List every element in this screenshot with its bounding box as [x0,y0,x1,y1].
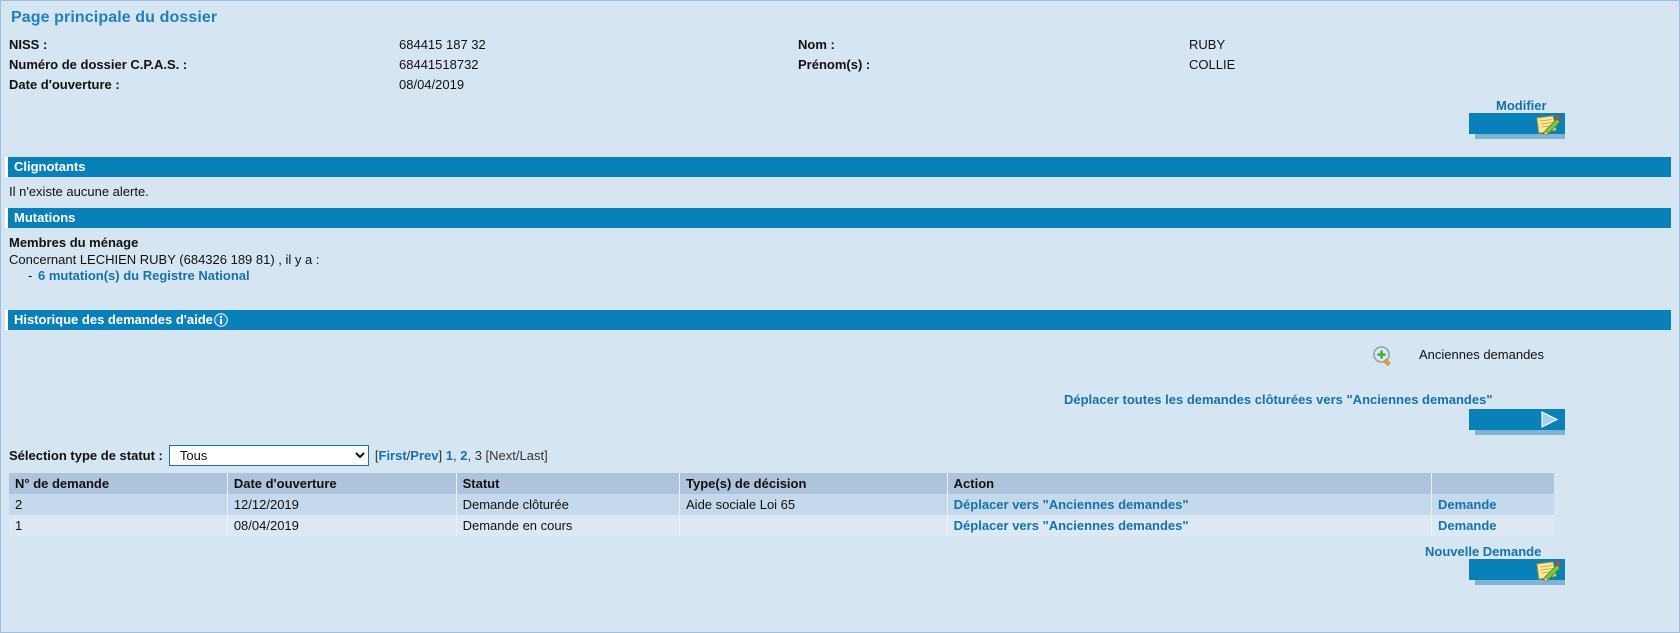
magnifier-plus-icon[interactable] [1372,345,1394,367]
header-request-link [1431,473,1554,494]
pager-page-3-current: 3 [474,447,482,463]
household-members-line: Concernant LECHIEN RUBY (684326 189 81) … [9,252,320,267]
pager-sep-2: , [467,447,475,463]
niss-value: 684415 187 32 [399,37,486,52]
page-title: Page principale du dossier [11,9,218,26]
cell-status: Demande en cours [456,515,681,536]
cell-decision-type [679,515,948,536]
niss-label: NISS : [9,37,48,52]
modifier-button[interactable] [1469,113,1565,139]
header-status: Statut [456,473,681,494]
modifier-label[interactable]: Modifier [1496,98,1547,113]
notepad-pencil-icon [1535,561,1561,582]
identity-block: NISS : 684415 187 32 Numéro de dossier C… [1,37,1679,95]
cell-request-number: 2 [9,494,228,515]
historique-title: Historique des demandes d'aide [14,312,213,327]
national-register-mutations-link[interactable]: 6 mutation(s) du Registre National [38,268,250,283]
firstname-value: COLLIE [1189,57,1236,72]
old-requests-label[interactable]: Anciennes demandes [1419,347,1544,362]
move-all-button-shadow [1475,430,1565,435]
move-to-old-requests-link[interactable]: Déplacer vers "Anciennes demandes" [954,497,1189,512]
header-opening-date: Date d'ouverture [227,473,457,494]
table-row[interactable]: 2 12/12/2019 Demande clôturée Aide socia… [9,494,1554,515]
status-filter-select[interactable]: Tous [168,444,369,466]
notepad-pencil-icon [1535,115,1561,136]
mutations-title: Mutations [14,210,76,225]
mutations-bullet: - [28,268,33,283]
household-members-heading: Membres du ménage [9,235,139,250]
section-header-historique: Historique des demandes d'aide [5,310,1671,330]
status-filter-row: Sélection type de statut : Tous [First/P… [9,444,548,466]
status-filter-label: Sélection type de statut : [9,447,163,463]
cell-action: Déplacer vers "Anciennes demandes" [947,494,1432,515]
cell-request-link: Demande [1431,515,1554,536]
requests-table: N° de demande Date d'ouverture Statut Ty… [9,473,1554,536]
open-request-link[interactable]: Demande [1438,518,1497,533]
clignotants-body: Il n'existe aucune alerte. [9,184,149,199]
play-arrow-icon [1539,411,1559,428]
pager-next-last[interactable]: [Next/Last] [486,448,548,463]
cell-status: Demande clôturée [456,494,681,515]
dossier-number-label: Numéro de dossier C.P.A.S. : [9,57,188,72]
opening-date-value: 08/04/2019 [399,77,465,92]
cell-opening-date: 08/04/2019 [227,515,457,536]
pagination: [First/Prev] 1, 2, 3 [Next/Last] [375,448,548,463]
opening-date-label: Date d'ouverture : [9,77,120,92]
pager-close-bracket: ] [438,447,443,463]
requests-table-wrapper: N° de demande Date d'ouverture Statut Ty… [9,473,1673,536]
section-header-clignotants: Clignotants [5,157,1671,177]
section-header-mutations: Mutations [5,208,1671,228]
lastname-value: RUBY [1189,37,1226,52]
move-all-button[interactable] [1469,409,1565,435]
pager-first-link[interactable]: First [379,448,407,463]
clignotants-title: Clignotants [14,159,86,174]
info-icon[interactable] [214,313,228,327]
cell-request-number: 1 [9,515,228,536]
case-main-page: Page principale du dossier NISS : 684415… [0,0,1680,633]
open-request-link[interactable]: Demande [1438,497,1497,512]
pager-page-1[interactable]: 1 [446,448,453,463]
dossier-number-value: 68441518732 [399,57,479,72]
cell-decision-type: Aide sociale Loi 65 [679,494,948,515]
header-action: Action [947,473,1432,494]
cell-opening-date: 12/12/2019 [227,494,457,515]
cell-action: Déplacer vers "Anciennes demandes" [947,515,1432,536]
cell-request-link: Demande [1431,494,1554,515]
move-to-old-requests-link[interactable]: Déplacer vers "Anciennes demandes" [954,518,1189,533]
firstname-label: Prénom(s) : [798,57,871,72]
pager-prev-link[interactable]: Prev [410,448,438,463]
new-request-button[interactable] [1469,559,1565,585]
lastname-label: Nom : [798,37,835,52]
table-row[interactable]: 1 08/04/2019 Demande en cours Déplacer v… [9,515,1554,536]
header-decision-types: Type(s) de décision [679,473,948,494]
header-request-number: N° de demande [9,473,228,494]
new-request-label[interactable]: Nouvelle Demande [1425,544,1541,559]
move-all-closed-requests-link[interactable]: Déplacer toutes les demandes clôturées v… [1064,392,1493,407]
table-header-row: N° de demande Date d'ouverture Statut Ty… [9,473,1554,494]
